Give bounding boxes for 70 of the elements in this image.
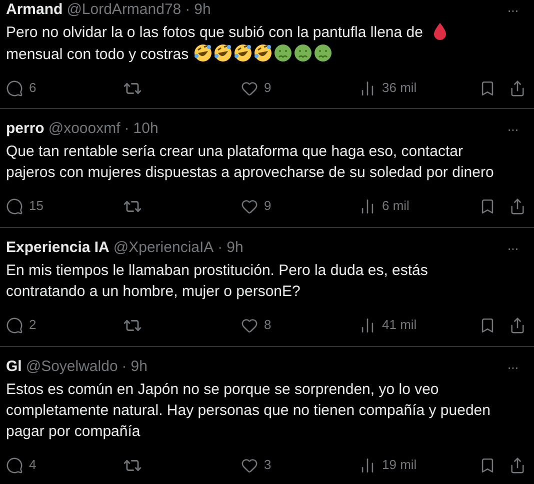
share-icon [509,456,526,474]
bookmark-icon [479,316,496,334]
author-name[interactable]: perro [6,119,44,139]
more-button[interactable]: ··· [507,241,518,255]
post-time[interactable]: 9h [130,357,148,377]
speech-bubble-icon [6,80,23,96]
author-handle[interactable]: @Soyelwaldo [26,357,118,377]
speech-bubble-icon [6,198,23,214]
author-handle[interactable]: @LordArmand78 [66,0,182,20]
nauseated-face-icon [312,43,333,63]
laughing-face-icon [212,43,233,63]
author-handle[interactable]: @XperienciaIA [113,238,214,258]
speech-bubble-icon [6,316,23,334]
reply-text: Estos es común en Japón no se porque se sorprenden, yo lo veo completamente natural. Hay personas que no tienen compañía y pueden pagar por compañía [6,381,490,440]
blood-drop-icon [432,22,448,40]
bar-chart-icon [359,80,376,96]
heart-icon [241,316,258,334]
reply-button[interactable]: 2 [6,315,123,335]
share-icon [509,80,526,96]
reply-text: con todo y costras [66,46,189,63]
post-time[interactable]: 9h [194,0,211,20]
heart-icon [241,198,258,214]
views-button[interactable]: 19 mil [359,455,479,475]
bookmark-icon [479,80,496,96]
views-button[interactable]: 6 mil [359,196,479,216]
author-name[interactable]: Armand [6,0,63,20]
share-button[interactable] [509,80,526,96]
more-button[interactable]: ··· [507,3,518,17]
separator-dot: · [122,357,127,377]
share-button[interactable] [509,316,526,334]
bar-chart-icon [359,198,376,214]
separator-dot: · [124,119,130,139]
nauseated-face-icon [272,43,293,63]
laughing-face-icon [232,43,253,63]
laughing-face-icon [192,43,213,63]
author-name[interactable]: Experiencia IA [6,238,110,258]
share-button[interactable] [509,456,526,474]
post-time[interactable]: 9h [226,238,244,258]
share-icon [509,198,526,214]
reply-button[interactable]: 6 [6,78,123,98]
separator-dot: · [185,0,190,20]
bar-chart-icon [359,316,376,334]
reply-text: mensual [6,46,63,63]
speech-bubble-icon [6,456,23,474]
share-button[interactable] [509,198,526,214]
heart-icon [241,80,258,96]
post-time[interactable]: 10h [133,119,158,139]
reply-button[interactable]: 4 [6,455,123,475]
author-handle[interactable]: @xoooxmf [48,119,120,139]
nauseated-face-icon [292,43,313,63]
share-icon [509,316,526,334]
like-button[interactable]: 9 [241,78,359,98]
bookmark-icon [479,198,496,214]
reply-button[interactable]: 15 [6,196,123,216]
separator-dot: · [218,238,223,258]
bookmark-icon [479,456,496,474]
like-button[interactable]: 8 [241,315,359,335]
author-name[interactable]: Gl [6,357,22,377]
heart-icon [241,456,258,474]
views-button[interactable]: 36 mil [359,78,479,98]
reply-text: Que tan rentable sería crear una plataforma que haga eso, contactar pajeros con mujeres dispuestas a aprovecharse de su soledad por dinero [6,143,494,181]
like-button[interactable]: 3 [241,455,359,475]
reply-text: En mis tiempos le llamaban prostitución. Pero la duda es, estás contratando a un hombre, mujer o personE? [6,262,428,300]
more-button[interactable]: ··· [507,360,518,374]
views-button[interactable]: 41 mil [359,315,479,335]
bar-chart-icon [359,456,376,474]
more-button[interactable]: ··· [507,122,518,136]
like-button[interactable]: 9 [241,196,359,216]
laughing-face-icon [252,43,273,63]
reply-text: Pero no olvidar la o las fotos que subió con la pantufla llena de [6,24,423,41]
